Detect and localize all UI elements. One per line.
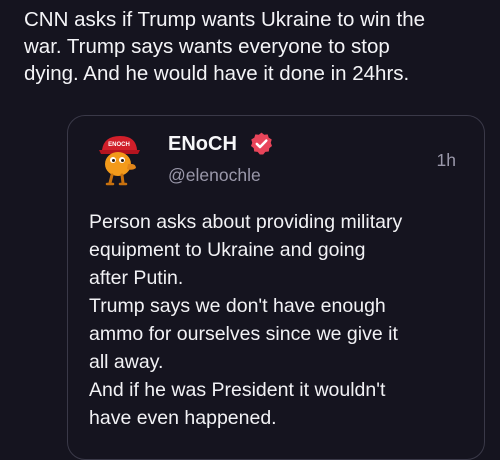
- quoted-post-text: Person asks about providing military equ…: [89, 211, 403, 429]
- quoted-post-card[interactable]: ENOCH ENoCH @elenochle 1h Person asks ab…: [67, 115, 485, 460]
- author-handle[interactable]: @elenochle: [168, 164, 261, 186]
- avatar-cap-text: ENOCH: [108, 142, 130, 148]
- verified-badge-icon: [250, 132, 273, 155]
- avatar[interactable]: ENOCH: [94, 130, 144, 188]
- post-text: CNN asks if Trump wants Ukraine to win t…: [24, 8, 426, 85]
- timestamp[interactable]: 1h: [437, 149, 456, 171]
- author-name[interactable]: ENoCH: [168, 132, 237, 156]
